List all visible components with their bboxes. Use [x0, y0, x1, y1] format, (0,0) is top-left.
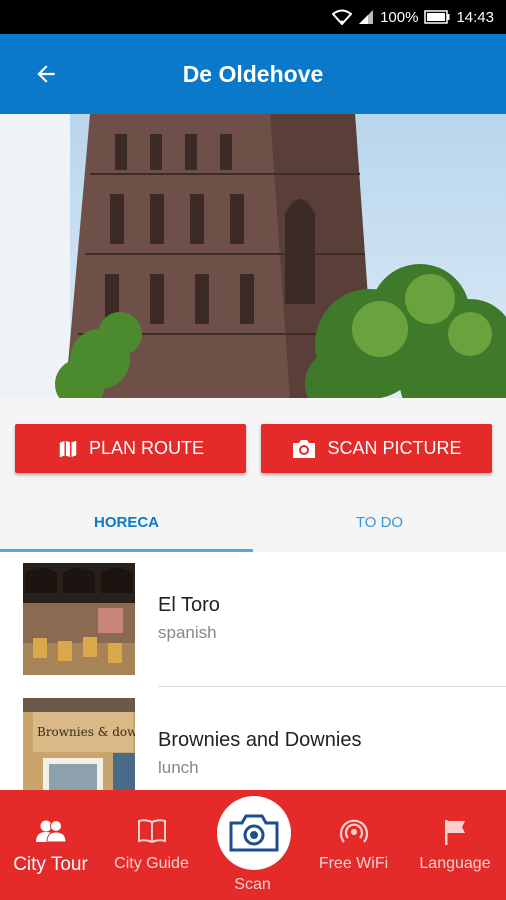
nav-scan[interactable]: Scan: [202, 790, 303, 900]
wifi-icon: [339, 818, 369, 851]
plan-route-label: PLAN ROUTE: [88, 438, 205, 458]
place-name: Brownies and Downies: [158, 729, 362, 751]
place-category: spanish: [158, 623, 217, 642]
app-bar: De Oldehove: [0, 34, 506, 114]
scan-picture-label: SCAN PICTURE: [327, 438, 462, 458]
flag-icon: [442, 818, 468, 851]
tab-horeca[interactable]: HORECA: [0, 492, 253, 552]
nav-label: Scan: [234, 876, 271, 893]
nav-label: City Guide: [114, 855, 189, 872]
place-thumbnail: Brownies & dow: [23, 698, 135, 790]
book-icon: [137, 818, 167, 849]
hero-image: [0, 114, 506, 398]
scan-circle: [217, 796, 291, 870]
bottom-navigation: City Tour City Guide Scan Free WiFi Lang…: [0, 790, 506, 900]
back-button[interactable]: [18, 46, 74, 102]
nav-language[interactable]: Language: [404, 790, 506, 900]
signal-icon: [358, 9, 374, 25]
nav-label: Language: [419, 855, 491, 872]
page-title: De Oldehove: [182, 60, 324, 87]
place-list: El Toro spanish Brownies & dow Brownies …: [0, 552, 506, 790]
users-icon: [35, 818, 67, 849]
nav-city-tour[interactable]: City Tour: [0, 790, 101, 900]
camera-icon: [293, 439, 316, 458]
nav-free-wifi[interactable]: Free WiFi: [303, 790, 404, 900]
map-icon: [59, 440, 77, 457]
camera-icon: [229, 814, 279, 852]
clock: 14:43: [456, 8, 494, 26]
plan-route-button[interactable]: PLAN ROUTE: [15, 424, 246, 473]
arrow-left-icon: [37, 65, 55, 83]
tab-to-do[interactable]: TO DO: [253, 492, 506, 552]
status-bar: 100% 14:43: [0, 0, 506, 34]
place-name: El Toro: [158, 594, 220, 616]
action-row: PLAN ROUTE SCAN PICTURE: [0, 398, 506, 492]
place-thumbnail: [23, 563, 135, 675]
battery-icon: [424, 10, 450, 24]
shop-sign: Brownies & dow: [37, 725, 135, 739]
tab-bar: HORECA TO DO: [0, 492, 506, 552]
scan-picture-button[interactable]: SCAN PICTURE: [261, 424, 492, 473]
battery-percent: 100%: [380, 8, 419, 26]
place-category: lunch: [158, 758, 199, 777]
list-item[interactable]: El Toro spanish: [0, 552, 506, 687]
nav-label: Free WiFi: [318, 855, 389, 872]
wifi-status-icon: [332, 9, 353, 25]
nav-label: City Tour: [13, 854, 88, 875]
nav-city-guide[interactable]: City Guide: [101, 790, 202, 900]
list-item[interactable]: Brownies & dow Brownies and Downies lunc…: [0, 687, 506, 790]
